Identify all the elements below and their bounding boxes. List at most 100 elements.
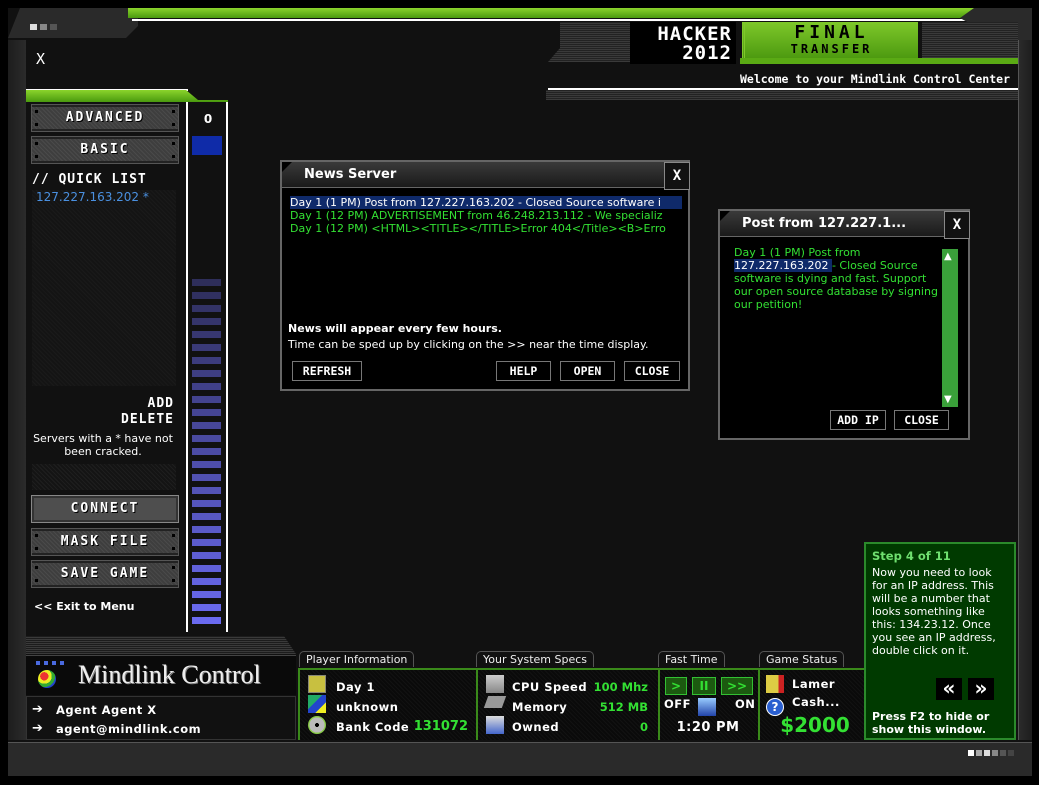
- tutorial-next-button[interactable]: »: [968, 678, 994, 700]
- meter-segment: [192, 435, 221, 442]
- cash-label: Cash...: [792, 695, 840, 709]
- time-fast-button[interactable]: >>: [721, 677, 753, 695]
- owned-value: 0: [639, 720, 648, 734]
- connect-label: CONNECT: [70, 501, 140, 516]
- tutorial-step: Step 4 of 11: [872, 549, 951, 563]
- top-white-line: [132, 19, 1018, 21]
- network-icon: [308, 695, 326, 713]
- basic-button[interactable]: BASIC: [31, 136, 179, 164]
- tab-game-status: Game Status: [759, 651, 845, 667]
- meter-segment: [192, 422, 221, 429]
- tutorial-prev-button[interactable]: «: [936, 678, 962, 700]
- scroll-up-icon[interactable]: ▲: [944, 251, 952, 262]
- exit-to-menu-link[interactable]: << Exit to Menu: [34, 600, 134, 613]
- title-green-underline: [740, 58, 1018, 64]
- open-button[interactable]: OPEN: [560, 361, 615, 381]
- post-close-x-button[interactable]: X: [944, 211, 970, 239]
- computer-icon: [698, 698, 716, 716]
- disc-icon: [308, 716, 326, 734]
- post-window-title[interactable]: Post from 127.227.1...: [720, 211, 944, 237]
- game-logo: HACKER 2012: [630, 22, 736, 64]
- player-status: unknown: [336, 700, 399, 714]
- quick-list-item[interactable]: 127.227.163.202 *: [36, 190, 149, 204]
- cash-value: $2000: [780, 713, 850, 737]
- meter-segment: [192, 448, 221, 455]
- refresh-button[interactable]: REFRESH: [292, 361, 362, 381]
- tutorial-footer: Press F2 to hide or show this window.: [872, 710, 990, 736]
- mindlink-title: Mindlink Control: [78, 660, 261, 689]
- frame-right-edge: [1018, 40, 1032, 740]
- mindlink-dots-icon: [36, 661, 64, 665]
- scroll-down-icon[interactable]: ▼: [944, 394, 952, 405]
- post-scrollbar[interactable]: ▲ ▼: [942, 249, 958, 407]
- news-item[interactable]: Day 1 (12 PM) ADVERTISEMENT from 46.248.…: [290, 209, 682, 222]
- game-subtitle-logo: FINAL TRANSFER: [742, 22, 918, 58]
- arrow-right-icon: ➔: [32, 702, 43, 717]
- welcome-decoration: [546, 90, 1018, 100]
- window-dots-icon: [968, 750, 1014, 756]
- news-info-bold: News will appear every few hours.: [288, 322, 502, 335]
- connect-button[interactable]: CONNECT: [31, 495, 179, 523]
- meter-segment: [192, 409, 221, 416]
- tab-player-information: Player Information: [299, 651, 415, 667]
- save-game-label: SAVE GAME: [60, 566, 150, 581]
- rank-folder-icon: [766, 675, 784, 693]
- news-item[interactable]: Day 1 (1 PM) Post from 127.227.163.202 -…: [290, 196, 682, 209]
- cpu-value: 100 Mhz: [593, 680, 648, 694]
- time-on-label: ON: [735, 697, 756, 711]
- tutorial-body: Now you need to look for an IP address. …: [872, 566, 996, 657]
- subtitle-line1: FINAL: [794, 22, 869, 43]
- main-close-button[interactable]: X: [36, 50, 45, 68]
- top-green-bar: [128, 8, 1018, 18]
- meter-bars: [192, 279, 222, 631]
- quick-list-title: // QUICK LIST: [32, 172, 147, 187]
- mask-file-button[interactable]: MASK FILE: [31, 528, 179, 556]
- advanced-button[interactable]: ADVANCED: [31, 104, 179, 132]
- news-list[interactable]: Day 1 (1 PM) Post from 127.227.163.202 -…: [290, 196, 682, 235]
- meter-segment: [192, 552, 221, 559]
- meter-segment: [192, 461, 221, 468]
- add-server-button[interactable]: ADD: [100, 396, 174, 411]
- quick-list[interactable]: [32, 190, 176, 386]
- agent-name: Agent Agent X: [56, 703, 157, 717]
- meter-segment: [192, 565, 221, 572]
- time-play-button[interactable]: >: [665, 677, 687, 695]
- close-button[interactable]: CLOSE: [624, 361, 680, 381]
- delete-server-button[interactable]: DELETE: [60, 412, 174, 427]
- player-day: Day 1: [336, 680, 375, 694]
- frame-left-edge: [8, 40, 26, 740]
- add-ip-button[interactable]: ADD IP: [830, 410, 886, 430]
- frame-bottom-edge: [8, 742, 1032, 776]
- meter-segment: [192, 578, 221, 585]
- news-info: Time can be sped up by clicking on the >…: [288, 338, 649, 351]
- agent-email: agent@mindlink.com: [56, 722, 202, 736]
- window-dots-icon: [30, 24, 57, 30]
- status-box: [32, 464, 176, 490]
- save-game-button[interactable]: SAVE GAME: [31, 560, 179, 588]
- meter-segment: [192, 357, 221, 364]
- meter-segment: [192, 591, 221, 598]
- subtitle-line2: TRANSFER: [790, 42, 873, 56]
- meter-segment: [192, 331, 221, 338]
- meter-value: 0: [203, 112, 213, 126]
- help-button[interactable]: HELP: [496, 361, 551, 381]
- news-close-x-button[interactable]: X: [664, 162, 690, 190]
- meter-segment: [192, 383, 221, 390]
- post-ip-highlight[interactable]: 127.227.163.202: [734, 259, 832, 272]
- player-rank: Lamer: [792, 677, 836, 691]
- post-close-button[interactable]: CLOSE: [894, 410, 949, 430]
- meter-segment: [192, 396, 221, 403]
- arrow-right-icon: ➔: [32, 721, 43, 736]
- tab-fast-time: Fast Time: [658, 651, 725, 667]
- bottom-decoration: [26, 636, 296, 654]
- meter-segment: [192, 500, 221, 507]
- meter-segment: [192, 279, 221, 286]
- title-decoration-right: [922, 22, 1018, 58]
- meter-segment: [192, 526, 221, 533]
- post-window: Post from 127.227.1... X Day 1 (1 PM) Po…: [718, 209, 970, 440]
- advanced-label: ADVANCED: [65, 110, 145, 125]
- news-item[interactable]: Day 1 (12 PM) <HTML><TITLE></TITLE>Error…: [290, 222, 682, 235]
- news-window-title[interactable]: News Server: [282, 162, 664, 188]
- logo-line2: 2012: [682, 42, 732, 64]
- time-pause-button[interactable]: II: [692, 677, 716, 695]
